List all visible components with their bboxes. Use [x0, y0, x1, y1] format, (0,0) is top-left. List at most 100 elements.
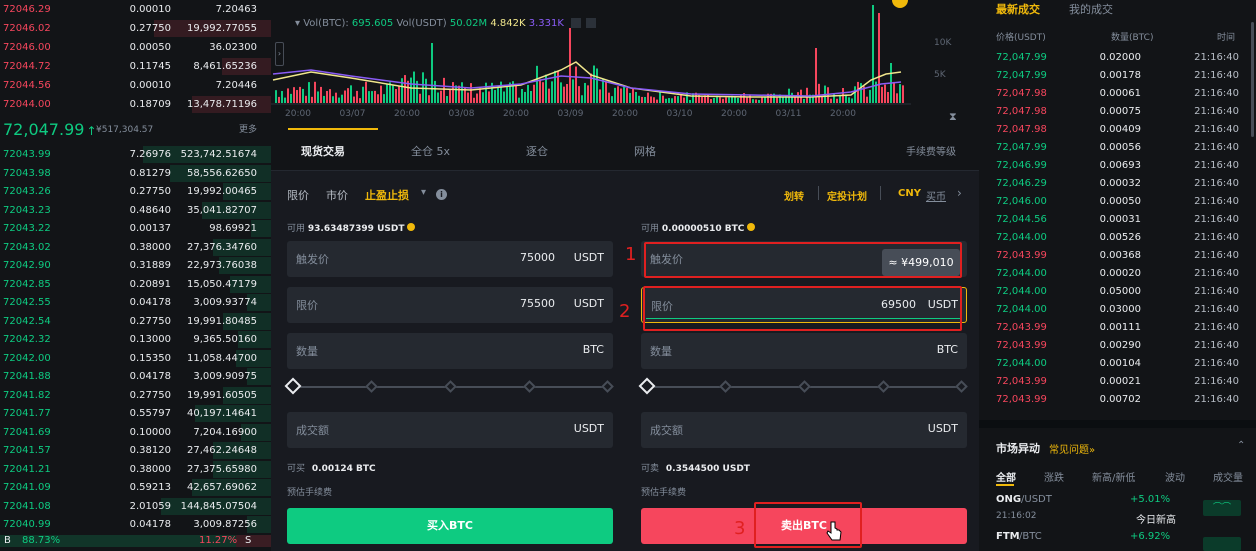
bid-row[interactable]: 72041.69 0.10000 7,204.16900 — [0, 423, 271, 442]
buy-percentage-slider[interactable] — [284, 377, 614, 397]
bid-row[interactable]: 72043.98 0.81279 58,556.62650 — [0, 164, 271, 183]
slider-step-100[interactable] — [601, 380, 614, 393]
filter-volatility[interactable]: 波动 — [1165, 469, 1185, 484]
chevron-right-icon[interactable]: › — [957, 186, 962, 200]
transfer-link[interactable]: 划转 — [784, 188, 804, 203]
volume-bar — [623, 86, 625, 103]
legend-settings-icon[interactable] — [571, 18, 582, 28]
ask-row[interactable]: 72044.72 0.11745 8,461.65236 — [0, 57, 271, 76]
collapse-icon[interactable]: ⌃ — [1237, 440, 1245, 451]
ask-row[interactable]: 72044.00 0.18709 13,478.71196 — [0, 95, 271, 114]
buy-sell-ratio: B 88.73% 11.27% S — [0, 531, 271, 551]
order-price: 72042.32 — [3, 334, 51, 345]
slider-step-25[interactable] — [365, 380, 378, 393]
tab-active-indicator — [288, 128, 378, 130]
slider-step-50[interactable] — [798, 380, 811, 393]
tab-grid[interactable]: 网格 — [634, 143, 656, 159]
buy-amount-field[interactable]: 成交额 USDT — [287, 412, 613, 448]
trade-qty: 0.05000 — [1099, 286, 1141, 297]
slider-step-25[interactable] — [719, 380, 732, 393]
auto-invest-link[interactable]: 定投计划 — [827, 188, 867, 203]
sell-percentage-slider[interactable] — [638, 377, 968, 397]
order-price: 72042.55 — [3, 297, 51, 308]
order-qty: 0.18709 — [129, 99, 171, 110]
trade-price: 72,047.98 — [996, 124, 1047, 135]
currency-label[interactable]: CNY — [898, 188, 921, 199]
bid-row[interactable]: 72043.22 0.00137 98.69921 — [0, 219, 271, 238]
filter-high-low[interactable]: 新高/新低 — [1092, 469, 1135, 484]
buy-quantity-label: 数量 — [296, 345, 318, 358]
volume-bar — [830, 98, 832, 103]
bid-row[interactable]: 72042.90 0.31889 22,973.76038 — [0, 256, 271, 275]
trades-scrollbar[interactable] — [1251, 22, 1254, 137]
bid-row[interactable]: 72041.77 0.55797 40,197.14641 — [0, 404, 271, 423]
tab-my-trades[interactable]: 我的成交 — [1069, 1, 1113, 17]
ask-row[interactable]: 72046.29 0.00010 7.20463 — [0, 0, 271, 19]
slider-handle[interactable] — [638, 377, 656, 395]
order-qty: 0.59213 — [129, 482, 171, 493]
sell-amount-field[interactable]: 成交额 USDT — [641, 412, 967, 448]
legend-collapse-icon[interactable]: ▾ — [295, 18, 300, 29]
market-item[interactable]: FTM /BTC +6.92% — [979, 529, 1256, 551]
filter-active-indicator — [996, 484, 1014, 486]
filter-all[interactable]: 全部 — [996, 469, 1016, 484]
ask-row[interactable]: 72046.02 0.27750 19,992.77055 — [0, 19, 271, 38]
filter-change[interactable]: 涨跌 — [1044, 469, 1064, 484]
bid-row[interactable]: 72042.32 0.13000 9,365.50160 — [0, 330, 271, 349]
slider-step-50[interactable] — [444, 380, 457, 393]
market-trend-badge: ⌒⌒ — [1203, 500, 1241, 516]
bid-row[interactable]: 72041.88 0.04178 3,009.90975 — [0, 367, 271, 386]
add-funds-icon[interactable] — [747, 223, 756, 231]
add-funds-icon[interactable] — [407, 223, 416, 231]
tab-spot[interactable]: 现货交易 — [301, 143, 345, 159]
order-type-stop-limit[interactable]: 止盈止损 — [365, 187, 409, 203]
buy-quantity-field[interactable]: 数量 BTC — [287, 333, 613, 369]
ask-row[interactable]: 72046.00 0.00050 36.02300 — [0, 38, 271, 57]
volume-chart[interactable]: › ▾ Vol(BTC): 695.605 Vol(USDT) 50.02M 4… — [271, 0, 979, 128]
order-type-limit[interactable]: 限价 — [287, 187, 309, 203]
order-type-dropdown-icon[interactable]: ▾ — [421, 187, 426, 198]
trade-row: 72,044.00 0.00020 21:16:40 — [979, 265, 1256, 283]
ask-row[interactable]: 72044.56 0.00010 7.20446 — [0, 76, 271, 95]
fee-level-link[interactable]: 手续费等级 — [906, 143, 956, 158]
bid-row[interactable]: 72043.26 0.27750 19,992.00465 — [0, 182, 271, 201]
bid-row[interactable]: 72042.54 0.27750 19,991.80485 — [0, 312, 271, 331]
bid-row[interactable]: 72041.09 0.59213 42,657.69062 — [0, 478, 271, 497]
bid-row[interactable]: 72043.02 0.38000 27,376.34760 — [0, 238, 271, 257]
market-item[interactable]: ONG /USDT 21:16:02 +5.01% 今日新高 ⌒⌒ — [979, 492, 1256, 526]
slider-handle[interactable] — [284, 377, 302, 395]
chart-reset-icon[interactable]: ⧗ — [949, 110, 957, 124]
faq-link[interactable]: 常见问题 — [1049, 445, 1089, 456]
order-type-market[interactable]: 市价 — [326, 187, 348, 203]
slider-step-75[interactable] — [877, 380, 890, 393]
legend-close-icon[interactable] — [586, 18, 597, 28]
buy-coin-link[interactable]: 买币 — [926, 188, 946, 203]
bid-row[interactable]: 72041.57 0.38120 27,462.24648 — [0, 441, 271, 460]
bid-row[interactable]: 72041.21 0.38000 27,375.65980 — [0, 460, 271, 479]
bid-row[interactable]: 72041.82 0.27750 19,991.60505 — [0, 386, 271, 405]
order-price: 72044.72 — [3, 61, 51, 72]
bid-row[interactable]: 72042.00 0.15350 11,058.44700 — [0, 349, 271, 368]
trade-row: 72,046.29 0.00032 21:16:40 — [979, 175, 1256, 193]
bid-row[interactable]: 72042.85 0.20891 15,050.47179 — [0, 275, 271, 294]
tab-cross-margin[interactable]: 全仓 5x — [411, 143, 450, 159]
buy-limit-price-field[interactable]: 限价 75500 USDT — [287, 287, 613, 323]
volume-bar — [344, 90, 346, 103]
buy-btc-button[interactable]: 买入BTC — [287, 508, 613, 544]
filter-volume[interactable]: 成交量 — [1213, 469, 1243, 484]
bid-row[interactable]: 72043.23 0.48640 35,041.82707 — [0, 201, 271, 220]
order-total: 98.69921 — [209, 223, 257, 234]
volume-bar — [593, 65, 595, 103]
slider-step-100[interactable] — [955, 380, 968, 393]
slider-step-75[interactable] — [523, 380, 536, 393]
tab-isolated-margin[interactable]: 逐仓 — [526, 143, 548, 159]
bid-row[interactable]: 72041.08 2.01059 144,845.07504 — [0, 497, 271, 516]
bid-row[interactable]: 72043.99 7.26976 523,742.51674 — [0, 145, 271, 164]
tab-latest-trades[interactable]: 最新成交 — [996, 1, 1040, 17]
sell-quantity-field[interactable]: 数量 BTC — [641, 333, 967, 369]
chart-collapse-handle[interactable]: › — [275, 42, 284, 66]
info-icon[interactable]: i — [436, 189, 447, 200]
bid-row[interactable]: 72042.55 0.04178 3,009.93774 — [0, 293, 271, 312]
more-link[interactable]: 更多 — [239, 118, 257, 142]
buy-trigger-price-field[interactable]: 触发价 75000 USDT — [287, 241, 613, 277]
